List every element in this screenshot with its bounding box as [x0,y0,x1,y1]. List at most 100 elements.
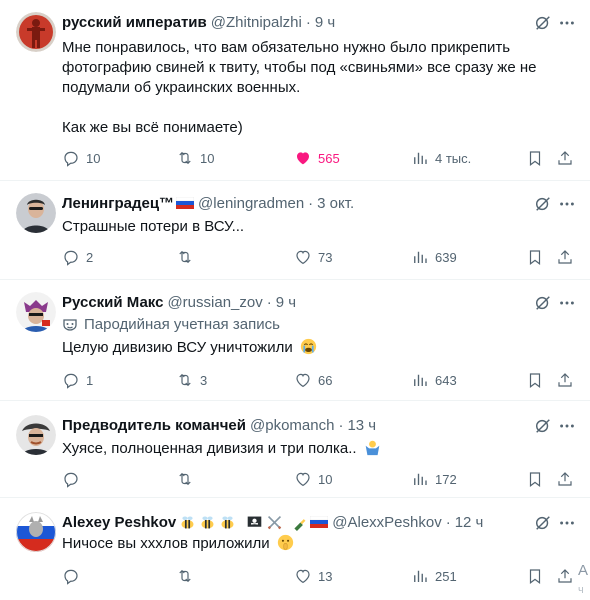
timestamp[interactable]: 9 ч [315,14,335,31]
views-button[interactable]: 4 тыс. [411,148,471,168]
like-button[interactable]: 10 [294,469,332,489]
more-icon[interactable] [558,14,576,32]
heart-icon [296,250,310,265]
grok-icon[interactable] [534,14,552,32]
retweet-count: 3 [200,372,208,388]
display-name[interactable]: Alexey Peshkov [62,514,176,531]
timestamp[interactable]: 3 окт. [317,195,354,212]
share-button[interactable] [556,370,580,390]
russian-flag-icon [176,197,195,209]
retweet-button[interactable] [176,469,200,489]
tweet-1[interactable]: русский императив @Zhitnipalzhi · 9 ч Мн… [0,0,590,181]
reply-icon [64,250,78,266]
share-button[interactable] [556,469,580,489]
tweet-feed: русский императив @Zhitnipalzhi · 9 ч Мн… [0,0,590,600]
retweet-button[interactable]: 10 [176,148,214,168]
like-count: 565 [318,150,340,166]
share-icon [558,151,572,165]
timestamp[interactable]: 9 ч [276,294,296,311]
tweet-header: Русский Макс @russian_zov · 9 ч [62,292,296,312]
edge-cutoff-text: А [578,562,589,579]
tweet-text-line: Мне понравилось, что вам обязательно нуж… [62,39,511,56]
grok-icon[interactable] [534,294,552,312]
views-icon [414,473,427,485]
shushing-face-emoji-icon [277,534,294,551]
avatar[interactable] [16,12,56,52]
timestamp[interactable]: 12 ч [455,514,484,531]
tweet-2[interactable]: Ленинградец™ @leningradmen · 3 окт. Стра… [0,181,590,280]
bee-emoji-icon [219,514,236,531]
views-icon [414,152,427,164]
share-button[interactable] [556,247,580,267]
heart-icon [296,373,310,388]
grok-icon[interactable] [534,514,552,532]
like-button[interactable]: 73 [294,247,332,267]
handle[interactable]: @leningradmen [198,195,304,212]
tweet-4[interactable]: Предводитель команчей @pkomanch · 13 ч Х… [0,401,590,498]
reply-count: 10 [86,150,101,166]
retweet-icon [179,472,191,486]
grok-icon[interactable] [534,417,552,435]
grok-icon[interactable] [534,195,552,213]
share-button[interactable] [556,566,580,586]
avatar[interactable] [16,415,56,455]
like-button[interactable]: 13 [294,566,332,586]
like-count: 10 [318,471,333,487]
handle[interactable]: @Zhitnipalzhi [211,14,302,31]
tweet-text-line: Ничосе вы хххлов приложили [62,535,270,552]
display-name[interactable]: Предводитель команчей [62,417,246,434]
like-button[interactable]: 565 [294,148,340,168]
tweet-text: Целую дивизию ВСУ уничтожили [62,338,317,358]
share-button[interactable] [556,148,580,168]
tweet-5[interactable]: Alexey Peshkov @AlexxPeshkov · 12 ч Ничо… [0,498,590,600]
handle[interactable]: @AlexxPeshkov [332,514,441,531]
views-button[interactable]: 251 [411,566,457,586]
reply-icon [64,373,78,389]
separator-dot: · [305,13,311,31]
reply-button[interactable]: 1 [62,370,93,390]
avatar[interactable] [16,193,56,233]
retweet-button[interactable]: 3 [176,370,207,390]
tweet-text-line: Хуясе, полноценная дивизия и три полка.. [62,440,357,457]
views-button[interactable]: 172 [411,469,457,489]
reply-button[interactable] [62,566,86,586]
tweet-actions: 10 10 565 4 тыс. [62,148,578,168]
bookmark-button[interactable] [526,247,550,267]
avatar[interactable] [16,512,56,552]
retweet-button[interactable] [176,566,200,586]
more-icon[interactable] [558,195,576,213]
like-count: 13 [318,568,333,584]
handle[interactable]: @russian_zov [167,294,262,311]
more-icon[interactable] [558,514,576,532]
separator-dot: · [266,293,272,311]
display-name[interactable]: русский императив [62,14,207,31]
reply-button[interactable]: 2 [62,247,93,267]
views-button[interactable]: 639 [411,247,457,267]
tweet-actions: 13 251 [62,566,578,586]
crossed-swords-icon [266,514,283,531]
bookmark-button[interactable] [526,469,550,489]
bookmark-button[interactable] [526,370,550,390]
tweet-text-line: Целую дивизию ВСУ уничтожили [62,339,293,356]
views-button[interactable]: 643 [411,370,457,390]
reply-button[interactable] [62,469,86,489]
display-name[interactable]: Ленинградец™ [62,195,174,212]
more-icon[interactable] [558,294,576,312]
bookmark-icon [529,472,541,487]
like-count: 73 [318,249,333,265]
tweet-3[interactable]: Русский Макс @russian_zov · 9 ч Пародийн… [0,280,590,401]
like-button[interactable]: 66 [294,370,332,390]
views-count: 251 [435,568,457,584]
reply-count: 1 [86,372,94,388]
tweet-header: Предводитель команчей @pkomanch · 13 ч [62,415,376,435]
reply-button[interactable]: 10 [62,148,100,168]
bookmark-button[interactable] [526,566,550,586]
timestamp[interactable]: 13 ч [347,417,376,434]
bookmark-button[interactable] [526,148,550,168]
more-icon[interactable] [558,417,576,435]
display-name[interactable]: Русский Макс [62,294,163,311]
avatar[interactable] [16,292,56,332]
retweet-button[interactable] [176,247,200,267]
handle[interactable]: @pkomanch [250,417,334,434]
views-icon [414,251,427,263]
